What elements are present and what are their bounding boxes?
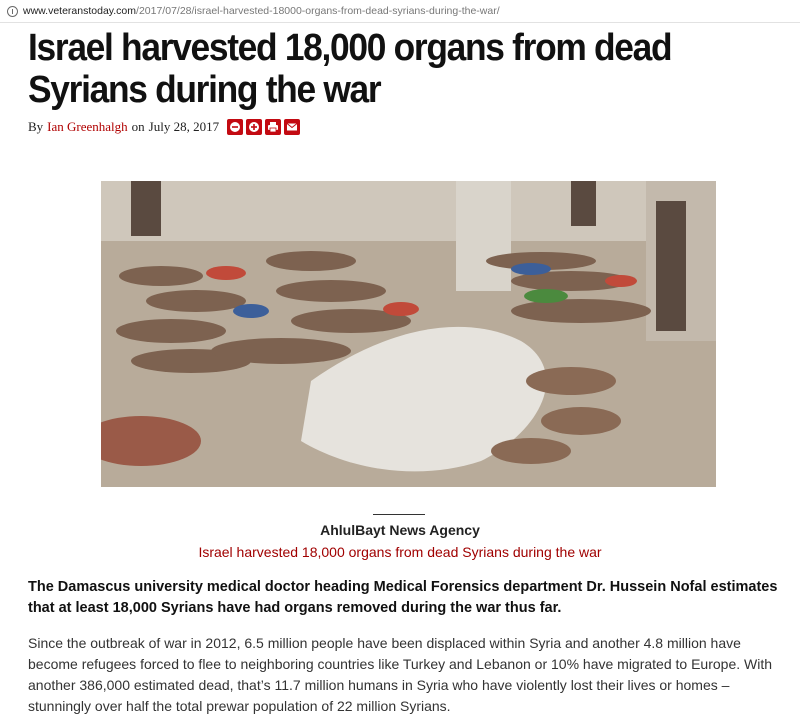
info-icon[interactable] xyxy=(7,5,18,17)
lead-paragraph: The Damascus university medical doctor h… xyxy=(28,579,778,616)
share-buttons xyxy=(227,119,301,135)
caption-source: AhlulBayt News Agency xyxy=(320,522,480,538)
author-link[interactable]: Ian Greenhalgh xyxy=(47,119,128,135)
caption-divider xyxy=(373,514,425,515)
plus-circle-icon[interactable] xyxy=(246,119,263,135)
url-host: www.veteranstoday.com xyxy=(23,5,137,17)
body-paragraph: Since the outbreak of war in 2012, 6.5 m… xyxy=(28,635,773,714)
article-photo xyxy=(101,181,716,487)
url-path: /2017/07/28/israel-harvested-18000-organ… xyxy=(136,5,500,17)
date-prefix: on xyxy=(131,119,145,134)
print-icon[interactable] xyxy=(265,119,282,135)
minus-circle-icon[interactable] xyxy=(227,119,244,135)
caption-headline[interactable]: Israel harvested 18,000 organs from dead… xyxy=(0,544,800,560)
address-bar[interactable]: www.veteranstoday.com/2017/07/28/israel-… xyxy=(0,0,800,23)
byline: By Ian Greenhalgh on July 28, 2017 xyxy=(28,119,301,135)
article-title: Israel harvested 18,000 organs from dead… xyxy=(28,27,673,111)
byline-prefix: By xyxy=(28,119,44,134)
publish-date: July 28, 2017 xyxy=(148,119,220,134)
email-icon[interactable] xyxy=(284,119,301,135)
